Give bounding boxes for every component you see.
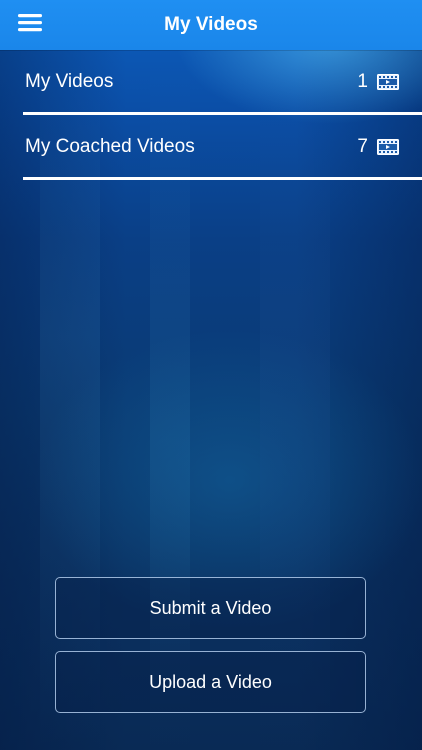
list-item-my-coached-videos[interactable]: My Coached Videos 7 <box>23 115 422 180</box>
upload-video-button[interactable]: Upload a Video <box>55 651 366 713</box>
list-item-label: My Coached Videos <box>25 136 195 157</box>
video-count: 1 <box>357 71 368 92</box>
navigation-bar: My Videos <box>0 0 422 50</box>
video-count: 7 <box>357 136 368 157</box>
film-strip-icon <box>377 74 399 90</box>
video-category-list: My Videos 1 My Coached Videos 7 <box>23 50 422 180</box>
film-strip-icon <box>377 139 399 155</box>
submit-video-button[interactable]: Submit a Video <box>55 577 366 639</box>
screen: My Videos My Videos 1 My Coached Videos … <box>0 0 422 750</box>
page-title: My Videos <box>164 14 258 35</box>
list-item-my-videos[interactable]: My Videos 1 <box>23 50 422 115</box>
list-item-label: My Videos <box>25 71 114 92</box>
